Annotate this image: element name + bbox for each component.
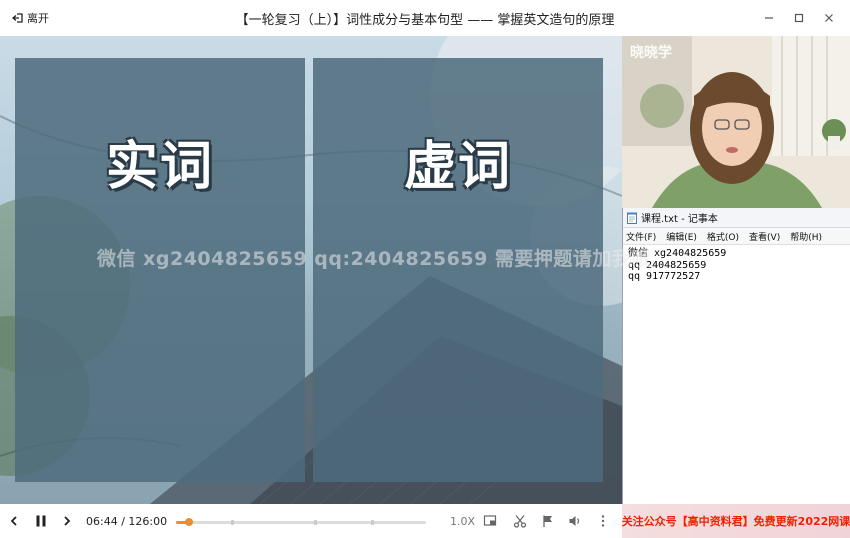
chevron-right-icon — [64, 516, 71, 526]
notepad-line: 微信 xg2404825659 — [628, 248, 727, 259]
promo-text: 关注公众号【高中资料君】免费更新2022网课 — [621, 515, 850, 528]
notepad-title-bar: 课程.txt - 记事本 — [623, 208, 850, 228]
chapter-mark — [314, 520, 317, 525]
minimize-button[interactable] — [754, 8, 784, 28]
time-readout: 06:44 / 126:00 — [86, 515, 167, 528]
leave-label: 离开 — [27, 12, 49, 25]
chevron-left-icon — [10, 516, 17, 526]
title-bar: 离开 【一轮复习（上）】词性成分与基本句型 —— 掌握英文造句的原理 — [0, 0, 850, 36]
chapter-mark — [231, 520, 234, 525]
camera-logo-text: 晓晓学 — [630, 45, 672, 61]
next-button[interactable] — [59, 513, 75, 529]
current-time: 06:44 — [86, 515, 118, 528]
menu-format[interactable]: 格式(O) — [707, 230, 739, 243]
volume-icon — [569, 516, 580, 526]
content-words-title: 实词 — [105, 137, 214, 197]
minimize-icon — [765, 17, 773, 19]
chapter-mark — [371, 520, 374, 525]
notepad-text-area[interactable]: 微信 xg2404825659 qq 2404825659 qq 917772527 — [623, 245, 850, 286]
menu-edit[interactable]: 编辑(E) — [666, 230, 697, 243]
menu-help[interactable]: 帮助(H) — [790, 230, 822, 243]
total-time: 126:00 — [128, 515, 168, 528]
close-icon — [825, 14, 833, 22]
teacher-camera-feed: 晓晓学 — [622, 36, 850, 208]
picture-in-picture-icon — [483, 515, 497, 526]
leave-button[interactable]: 离开 — [12, 9, 49, 27]
promo-banner: 关注公众号【高中资料君】免费更新2022网课 — [622, 504, 850, 538]
exit-icon — [12, 13, 23, 23]
player-control-bar: 06:44 / 126:00 1.0X — [0, 504, 622, 538]
notepad-line: qq 917772527 — [628, 271, 701, 282]
maximize-icon — [794, 13, 804, 23]
pause-icon — [36, 515, 46, 527]
pause-button[interactable] — [33, 513, 49, 529]
flag-button[interactable] — [540, 513, 556, 529]
progress-knob[interactable] — [185, 518, 193, 526]
notepad-line: qq 2404825659 — [628, 259, 707, 271]
volume-button[interactable] — [567, 513, 583, 529]
menu-view[interactable]: 查看(V) — [749, 230, 780, 243]
app-window: 离开 【一轮复习（上）】词性成分与基本句型 —— 掌握英文造句的原理 实词 虚词… — [0, 0, 850, 538]
window-controls — [754, 8, 844, 28]
more-options-button[interactable] — [595, 513, 611, 529]
maximize-button[interactable] — [784, 8, 814, 28]
menu-file[interactable]: 文件(F) — [626, 230, 656, 243]
notepad-menu-bar: 文件(F) 编辑(E) 格式(O) 查看(V) 帮助(H) — [623, 228, 850, 245]
watermark-text: 微信 xg2404825659 qq:2404825659 需要押题请加我哦 — [97, 248, 651, 270]
function-words-title: 虚词 — [403, 137, 512, 197]
window-title: 【一轮复习（上）】词性成分与基本句型 —— 掌握英文造句的原理 — [235, 13, 615, 28]
time-separator: / — [117, 515, 129, 528]
previous-button[interactable] — [6, 513, 22, 529]
picture-in-picture-button[interactable] — [482, 513, 498, 529]
progress-bar[interactable] — [176, 518, 426, 526]
playback-speed-button[interactable]: 1.0X — [450, 515, 475, 528]
notepad-icon — [627, 212, 637, 224]
scissors-icon — [513, 515, 527, 528]
notepad-title: 课程.txt - 记事本 — [641, 214, 718, 225]
more-vertical-icon — [601, 515, 605, 527]
close-button[interactable] — [814, 8, 844, 28]
clip-button[interactable] — [512, 513, 528, 529]
flag-icon — [543, 515, 552, 527]
notepad-window[interactable]: 课程.txt - 记事本 文件(F) 编辑(E) 格式(O) 查看(V) 帮助(… — [622, 208, 850, 504]
